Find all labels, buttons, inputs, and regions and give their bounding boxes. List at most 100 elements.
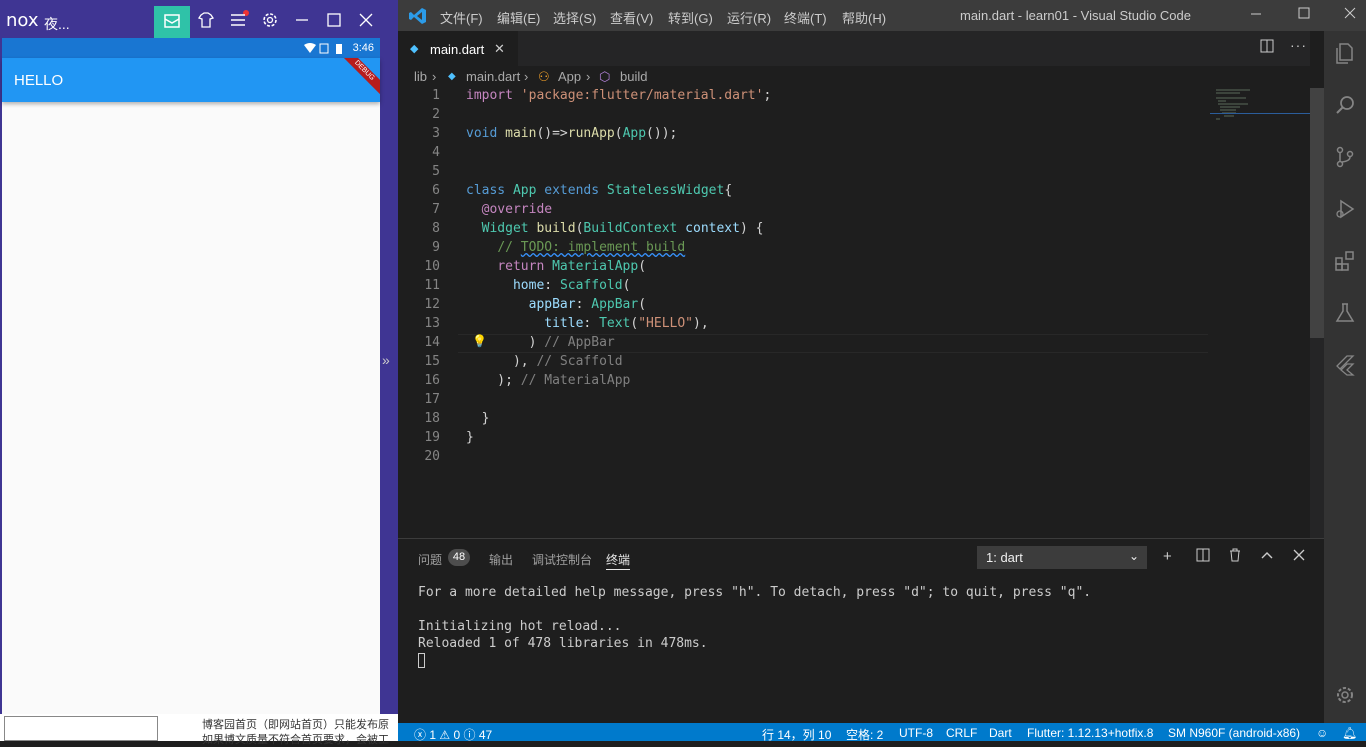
dart-file-icon: ◆ bbox=[448, 71, 456, 82]
android-screen[interactable]: 3:46 HELLO DEBUG bbox=[2, 38, 380, 714]
trash-icon[interactable] bbox=[1228, 548, 1242, 566]
breadcrumb-method[interactable]: build bbox=[620, 69, 647, 84]
code-line: appBar: AppBar( bbox=[528, 297, 647, 312]
nox-emulator-window: nox 夜... 3:46 HELLO DEBUG » 博客园首页（即网站首页）… bbox=[0, 0, 398, 746]
maximize-icon[interactable] bbox=[1294, 6, 1314, 23]
class-icon: ⚇ bbox=[538, 69, 550, 84]
background-text-line: 如果博文质量不符合首页要求，会被工 bbox=[202, 734, 389, 746]
maximize-panel-chevron-up-icon[interactable] bbox=[1260, 548, 1274, 566]
editor-scroll-thumb[interactable] bbox=[1310, 88, 1324, 338]
indentation[interactable]: 空格: 2 bbox=[846, 726, 883, 743]
code-line: import 'package:flutter/material.dart'; bbox=[466, 88, 772, 103]
nox-message-button[interactable] bbox=[154, 6, 190, 38]
new-terminal-plus-icon[interactable]: + bbox=[1163, 548, 1172, 565]
window-title: main.dart - learn01 - Visual Studio Code bbox=[960, 8, 1191, 23]
language-mode[interactable]: Dart bbox=[989, 726, 1012, 740]
terminal-select[interactable]: 1: dart ⌄ bbox=[977, 546, 1147, 569]
feedback-icon[interactable]: ☺ bbox=[1316, 726, 1328, 740]
flutter-version[interactable]: Flutter: 1.12.13+hotfix.8 bbox=[1027, 726, 1153, 740]
notifications-bell-icon[interactable]: 🔔︎ bbox=[1342, 726, 1357, 740]
problems-count-badge: 48 bbox=[448, 549, 470, 566]
problems-status[interactable]: ⓧ 1 ⚠ 0 ⓘ 47 bbox=[414, 726, 492, 743]
menu-go[interactable]: 转到(G) bbox=[668, 8, 713, 27]
theme-shirt-icon[interactable] bbox=[196, 10, 216, 30]
close-icon[interactable] bbox=[356, 10, 376, 30]
warning-count: 0 bbox=[453, 728, 461, 742]
explorer-files-icon[interactable] bbox=[1333, 41, 1357, 65]
tab-label: main.dart bbox=[430, 42, 485, 57]
background-window-strip: 博客园首页（即网站首页）只能发布原 如果博文质量不符合首页要求，会被工 bbox=[0, 714, 398, 746]
menu-run[interactable]: 运行(R) bbox=[727, 8, 771, 27]
encoding[interactable]: UTF-8 bbox=[899, 726, 933, 740]
status-bar: ⓧ 1 ⚠ 0 ⓘ 47 行 14，列 10 空格: 2 UTF-8 CRLF … bbox=[398, 723, 1366, 743]
menu-help[interactable]: 帮助(H) bbox=[842, 8, 886, 27]
error-count: 1 bbox=[429, 728, 437, 742]
menu-icon[interactable] bbox=[228, 10, 248, 30]
nox-window-title: 夜... bbox=[44, 16, 70, 32]
menu-file[interactable]: 文件(F) bbox=[440, 8, 483, 27]
run-debug-icon[interactable] bbox=[1333, 197, 1357, 221]
code-line: @override bbox=[481, 202, 553, 217]
extensions-icon[interactable] bbox=[1333, 249, 1357, 273]
device-selector[interactable]: SM N960F (android-x86) bbox=[1168, 726, 1300, 740]
tab-debug-console[interactable]: 调试控制台 bbox=[532, 551, 592, 568]
code-line: ); // MaterialApp bbox=[466, 373, 631, 388]
flutter-icon[interactable] bbox=[1333, 353, 1357, 377]
code-line: return MaterialApp( bbox=[497, 259, 647, 274]
close-panel-icon[interactable] bbox=[1292, 548, 1306, 566]
chevron-right-icon: › bbox=[524, 69, 529, 84]
vscode-window: 文件(F) 编辑(E) 选择(S) 查看(V) 转到(G) 运行(R) 终端(T… bbox=[398, 0, 1366, 743]
tab-problems[interactable]: 问题 bbox=[418, 551, 442, 568]
code-editor[interactable]: 1 import 'package:flutter/material.dart';… bbox=[398, 88, 1310, 538]
menu-edit[interactable]: 编辑(E) bbox=[497, 8, 540, 27]
method-cube-icon: ⬡ bbox=[599, 69, 611, 84]
menu-terminal[interactable]: 终端(T) bbox=[784, 8, 827, 27]
code-line: title: Text("HELLO"), bbox=[544, 316, 709, 331]
debug-banner: DEBUG bbox=[332, 58, 380, 102]
lightbulb-icon[interactable]: 💡 bbox=[472, 334, 487, 348]
terminal-output[interactable]: For a more detailed help message, press … bbox=[418, 585, 1091, 670]
tab-terminal[interactable]: 终端 bbox=[606, 551, 630, 568]
minimize-icon[interactable] bbox=[292, 10, 312, 30]
background-input-box bbox=[4, 716, 158, 741]
line-ending[interactable]: CRLF bbox=[946, 726, 977, 740]
terminal-line: Initializing hot reload... bbox=[418, 619, 622, 634]
chevron-down-icon: ⌄ bbox=[1128, 549, 1139, 563]
editor-tabs: ◆ main.dart ✕ ··· bbox=[398, 31, 1310, 66]
minimize-icon[interactable] bbox=[1246, 6, 1266, 23]
testing-flask-icon[interactable] bbox=[1333, 301, 1357, 325]
app-bar-title: HELLO bbox=[14, 72, 64, 89]
close-icon[interactable] bbox=[1340, 6, 1360, 23]
split-editor-icon[interactable] bbox=[1260, 39, 1274, 56]
terminal-cursor bbox=[418, 653, 425, 668]
terminal-select-value: 1: dart bbox=[986, 550, 1023, 565]
breadcrumb-file[interactable]: main.dart bbox=[466, 69, 520, 84]
code-line: home: Scaffold( bbox=[512, 278, 631, 293]
source-control-icon[interactable] bbox=[1333, 145, 1357, 169]
split-terminal-icon[interactable] bbox=[1196, 548, 1210, 566]
code-line: void main()=>runApp(App()); bbox=[466, 126, 678, 141]
active-tab-indicator bbox=[606, 569, 630, 570]
settings-gear-icon[interactable] bbox=[260, 10, 280, 30]
search-icon[interactable] bbox=[1333, 93, 1357, 117]
background-text-line: 博客园首页（即网站首页）只能发布原 bbox=[202, 719, 389, 731]
maximize-icon[interactable] bbox=[324, 10, 344, 30]
tab-close-icon[interactable]: ✕ bbox=[494, 41, 505, 57]
menu-selection[interactable]: 选择(S) bbox=[553, 8, 596, 27]
more-actions-icon[interactable]: ··· bbox=[1290, 37, 1307, 53]
sidebar-expand-icon[interactable]: » bbox=[382, 352, 390, 368]
settings-gear-icon[interactable] bbox=[1333, 683, 1357, 707]
cursor-position[interactable]: 行 14，列 10 bbox=[762, 726, 831, 743]
mail-icon bbox=[164, 14, 180, 28]
wifi-battery-icons bbox=[304, 43, 342, 54]
tab-main-dart[interactable]: ◆ main.dart ✕ bbox=[398, 31, 518, 66]
flutter-app-bar: HELLO DEBUG bbox=[2, 58, 380, 102]
tab-output[interactable]: 输出 bbox=[489, 551, 513, 568]
minimap-viewport bbox=[1210, 88, 1310, 114]
activity-bar bbox=[1324, 31, 1366, 723]
chevron-right-icon: › bbox=[432, 69, 437, 84]
menu-view[interactable]: 查看(V) bbox=[610, 8, 653, 27]
breadcrumb-class[interactable]: App bbox=[558, 69, 581, 84]
breadcrumb-folder[interactable]: lib bbox=[414, 69, 427, 84]
